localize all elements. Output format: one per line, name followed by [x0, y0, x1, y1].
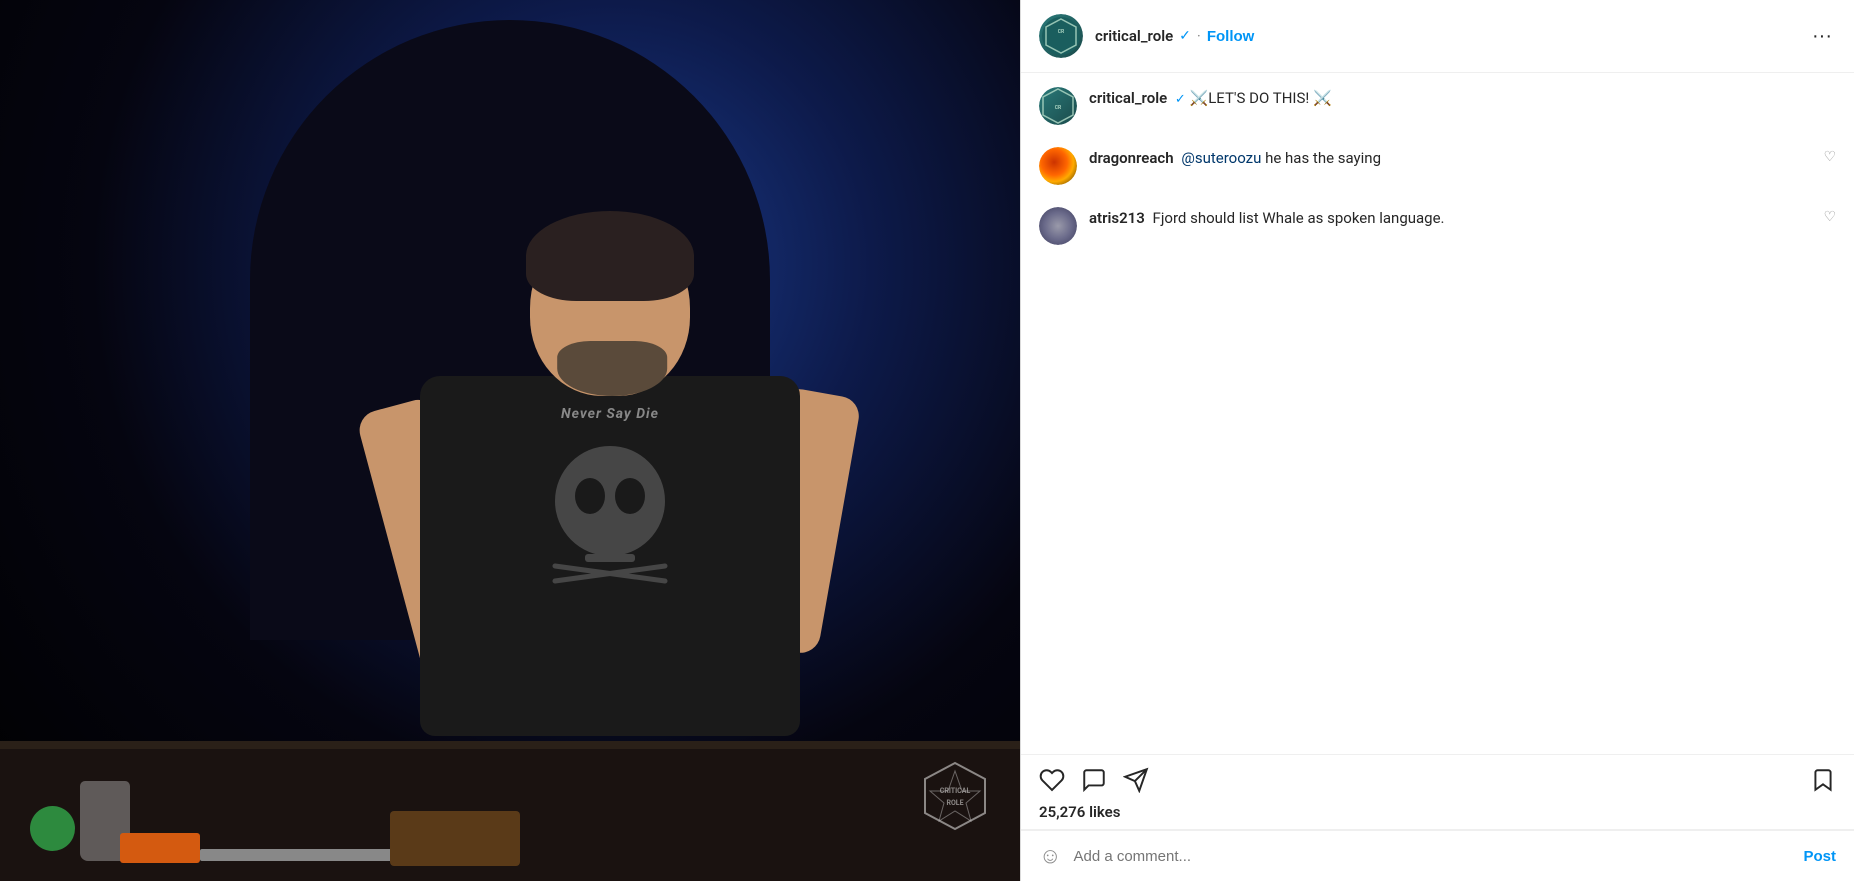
shirt-body: Never Say Die — [420, 376, 800, 736]
caption-verified: ✓ — [1175, 92, 1186, 107]
comment-1-text: he has the saying — [1265, 149, 1381, 167]
comment-1-avatar[interactable] — [1039, 147, 1077, 185]
emoji-button[interactable]: ☺ — [1039, 843, 1061, 869]
dot-separator: · — [1197, 27, 1201, 45]
person-figure: Never Say Die — [360, 221, 860, 801]
avatar-image: CR — [1039, 14, 1083, 58]
comment-1-mention[interactable]: @suteroozu — [1181, 149, 1261, 167]
shirt-text: Never Say Die — [420, 406, 800, 422]
more-icon: ··· — [1812, 25, 1832, 47]
person-beard — [557, 341, 667, 396]
comment-icon — [1081, 767, 1107, 793]
post-comment-button[interactable]: Post — [1803, 848, 1836, 865]
person-hair — [526, 211, 694, 301]
comment-item: dragonreach @suteroozu he has the saying… — [1039, 147, 1836, 185]
likes-count: 25,276 likes — [1039, 803, 1836, 821]
bookmark-button[interactable] — [1810, 767, 1836, 793]
caption-avatar[interactable]: CR — [1039, 87, 1077, 125]
svg-text:CR: CR — [1058, 29, 1065, 35]
comment-input-area: ☺ Post — [1021, 830, 1854, 881]
table-surface — [0, 741, 1020, 881]
green-ball-prop — [30, 806, 75, 851]
share-button[interactable] — [1123, 767, 1149, 793]
header-user-info: critical_role ✓ · Follow — [1095, 27, 1796, 45]
verified-badge: ✓ — [1179, 28, 1191, 44]
account-avatar[interactable]: CR — [1039, 14, 1083, 58]
post-header: CR critical_role ✓ · Follow ··· — [1021, 0, 1854, 73]
person-head — [530, 221, 690, 396]
comment-button[interactable] — [1081, 767, 1107, 793]
like-button[interactable] — [1039, 767, 1065, 793]
post-image-panel: Never Say Die — [0, 0, 1020, 881]
avatar-inner: CR — [1042, 17, 1080, 55]
follow-button[interactable]: Follow — [1207, 28, 1255, 45]
action-bar: 25,276 likes — [1021, 755, 1854, 830]
comment-1-avatar-img — [1039, 147, 1077, 185]
orange-tray-prop — [120, 833, 200, 863]
comment-2-avatar[interactable] — [1039, 207, 1077, 245]
comment-2-username[interactable]: atris213 — [1089, 209, 1145, 227]
laptop-prop — [200, 849, 400, 861]
comment-2-text: Fjord should list Whale as spoken langua… — [1153, 209, 1445, 227]
svg-text:CR: CR — [1055, 105, 1062, 111]
more-options-button[interactable]: ··· — [1808, 25, 1836, 48]
comment-2-content: atris213 Fjord should list Whale as spok… — [1089, 207, 1811, 230]
watermark-svg: CRITICAL ROLE — [920, 761, 990, 831]
heart-icon — [1039, 767, 1065, 793]
comment-input[interactable] — [1073, 848, 1791, 865]
right-panel: CR critical_role ✓ · Follow ··· CR — [1020, 0, 1854, 881]
bookmark-icon — [1810, 767, 1836, 793]
caption-text: ⚔️LET'S DO THIS! ⚔️ — [1190, 89, 1332, 107]
skull-graphic — [535, 436, 685, 596]
table-edge — [0, 741, 1020, 749]
comment-1-content: dragonreach @suteroozu he has the saying — [1089, 147, 1811, 170]
post-image: Never Say Die — [0, 0, 1020, 881]
caption-item: CR critical_role ✓ ⚔️LET'S DO THIS! ⚔️ — [1039, 87, 1836, 125]
comment-item: atris213 Fjord should list Whale as spok… — [1039, 207, 1836, 245]
caption-content: critical_role ✓ ⚔️LET'S DO THIS! ⚔️ — [1089, 87, 1836, 110]
action-icons-row — [1039, 767, 1836, 793]
svg-text:ROLE: ROLE — [946, 799, 963, 807]
dice-box-prop — [390, 811, 520, 866]
share-icon — [1123, 767, 1149, 793]
header-username[interactable]: critical_role — [1095, 27, 1173, 45]
caption-avatar-img: CR — [1039, 87, 1077, 125]
comments-area: CR critical_role ✓ ⚔️LET'S DO THIS! ⚔️ d… — [1021, 73, 1854, 755]
comment-1-username[interactable]: dragonreach — [1089, 149, 1174, 167]
caption-username[interactable]: critical_role — [1089, 89, 1167, 107]
comment-2-like[interactable]: ♡ — [1823, 207, 1836, 225]
comment-2-avatar-img — [1039, 207, 1077, 245]
critical-role-watermark: CRITICAL ROLE — [920, 761, 990, 831]
comment-1-like[interactable]: ♡ — [1823, 147, 1836, 165]
